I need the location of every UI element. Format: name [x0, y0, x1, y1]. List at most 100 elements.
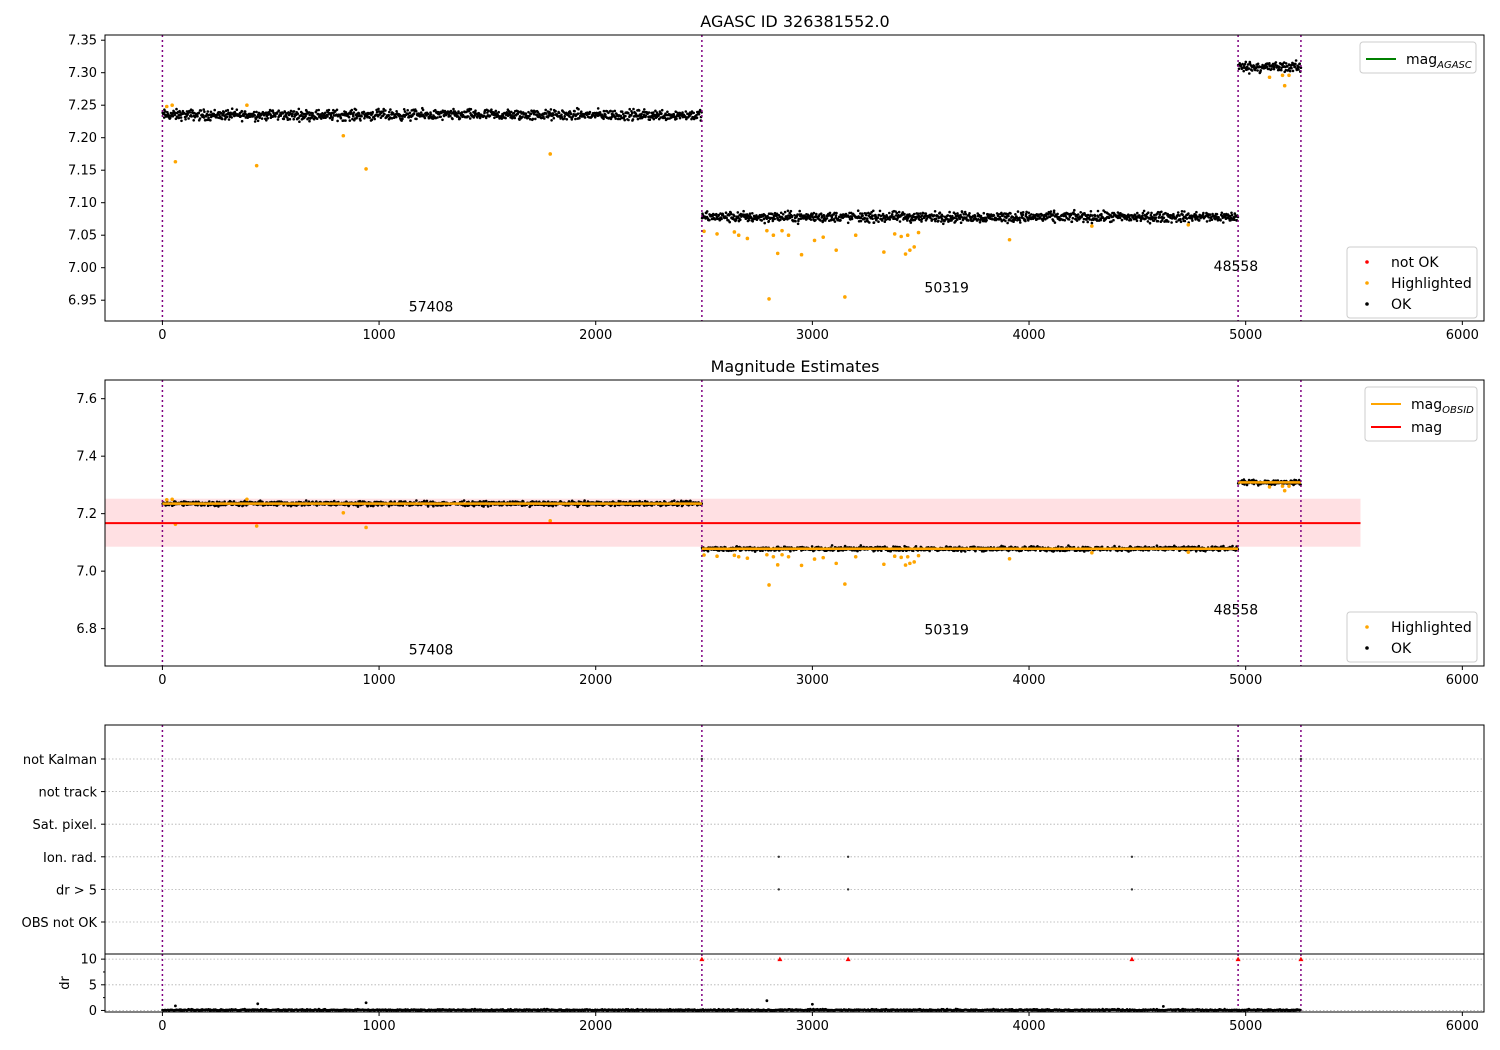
x-tick-label: 1000 [363, 673, 396, 688]
ok-point [786, 209, 790, 213]
legend-label: mag [1411, 420, 1442, 436]
ok-point [474, 109, 477, 112]
ok-point [529, 112, 533, 116]
ok-point [959, 221, 963, 224]
flag-label: Sat. pixel. [33, 818, 97, 833]
ok-point [460, 111, 464, 114]
ok-point [1009, 212, 1012, 215]
ok-point [308, 119, 311, 123]
ok-point [227, 118, 231, 121]
ok-point [614, 117, 617, 120]
ok-point [1093, 214, 1097, 218]
ok-point [602, 109, 606, 113]
highlighted-point [843, 295, 847, 299]
ok-point [933, 214, 936, 217]
ok-point [449, 109, 453, 113]
ok-point [350, 108, 354, 112]
top-axes-frame [104, 34, 1485, 322]
ok-point [789, 209, 793, 213]
ok-point [1237, 67, 1241, 71]
legend-label: not OK [1391, 255, 1439, 271]
ok-point [253, 114, 256, 117]
ok-point [409, 119, 412, 122]
ok-point [1176, 211, 1180, 214]
ok-point [1057, 545, 1060, 548]
ok-point [903, 212, 906, 216]
ok-point [748, 212, 752, 215]
highlighted-point [775, 251, 780, 256]
ok-point [956, 212, 959, 215]
ok-point [1100, 212, 1103, 216]
highlighted-point [736, 233, 741, 237]
ok-point [184, 118, 187, 121]
highlighted-point [908, 248, 912, 252]
ok-point [226, 108, 230, 112]
ok-point [406, 109, 410, 112]
y-tick-label: 7.25 [68, 99, 97, 114]
highlighted-point [903, 252, 908, 256]
ok-point [462, 499, 466, 502]
ok-point [934, 219, 937, 223]
ok-point [1071, 216, 1075, 220]
ok-point [810, 545, 814, 548]
obsid-label: 48558 [1214, 602, 1259, 618]
ok-point [666, 110, 669, 114]
obsid-label: 50319 [924, 622, 969, 638]
ok-point [304, 499, 308, 502]
highlighted-point [715, 232, 719, 236]
ok-point [395, 110, 398, 113]
ok-point [794, 219, 797, 223]
legend-label: OK [1391, 297, 1412, 313]
ok-point [557, 111, 561, 115]
ok-point [1284, 62, 1288, 65]
ok-point [705, 210, 709, 213]
ok-point [588, 110, 592, 114]
ok-point [809, 218, 813, 221]
ok-point [1096, 209, 1100, 213]
highlighted-point [1280, 73, 1285, 78]
ok-point [1167, 220, 1170, 223]
highlighted-point [767, 297, 771, 301]
ok-point [282, 117, 286, 121]
ok-point [871, 217, 874, 220]
ok-point [1019, 221, 1022, 224]
highlighted-point [905, 554, 910, 559]
ok-point [692, 111, 695, 115]
ok-point [630, 111, 634, 115]
ok-point [291, 112, 294, 116]
ok-point [796, 222, 800, 226]
highlighted-point [548, 152, 553, 156]
ok-point [583, 116, 587, 119]
ok-point [1231, 544, 1234, 548]
dr-panel: 0 1000 2000 3000 4000 5000 60000510dr [58, 953, 1484, 1034]
ok-point [368, 116, 372, 120]
ok-point [1162, 216, 1166, 220]
ok-point [377, 107, 380, 111]
highlighted-point [903, 563, 908, 567]
highlighted-point [1186, 223, 1191, 227]
ok-point [825, 217, 829, 220]
ok-point [493, 116, 496, 120]
ok-point [457, 110, 460, 113]
ok-point [733, 214, 736, 218]
ok-point [835, 211, 838, 215]
highlighted-point [821, 555, 826, 560]
highlighted-point [821, 235, 826, 239]
ok-point [814, 218, 817, 222]
ok-point [1049, 210, 1053, 213]
highlighted-point [765, 228, 769, 233]
ok-point [1185, 217, 1189, 220]
ok-point [544, 108, 547, 112]
ok-point [468, 117, 472, 120]
ok-point [985, 218, 988, 222]
magnitude-estimates-panel: Magnitude Estimates 574085031948558 0 100… [76, 357, 1485, 688]
ok-point [1056, 212, 1059, 216]
y-tick-label: 7.15 [68, 164, 97, 179]
highlighted-point [767, 583, 771, 587]
x-tick-label: 4000 [1012, 673, 1045, 688]
ok-point [636, 117, 640, 121]
y-tick-label: 7.35 [68, 34, 97, 49]
ok-point [277, 109, 281, 112]
ok-point [1006, 221, 1009, 225]
y-tick-label: 7.2 [76, 507, 97, 522]
